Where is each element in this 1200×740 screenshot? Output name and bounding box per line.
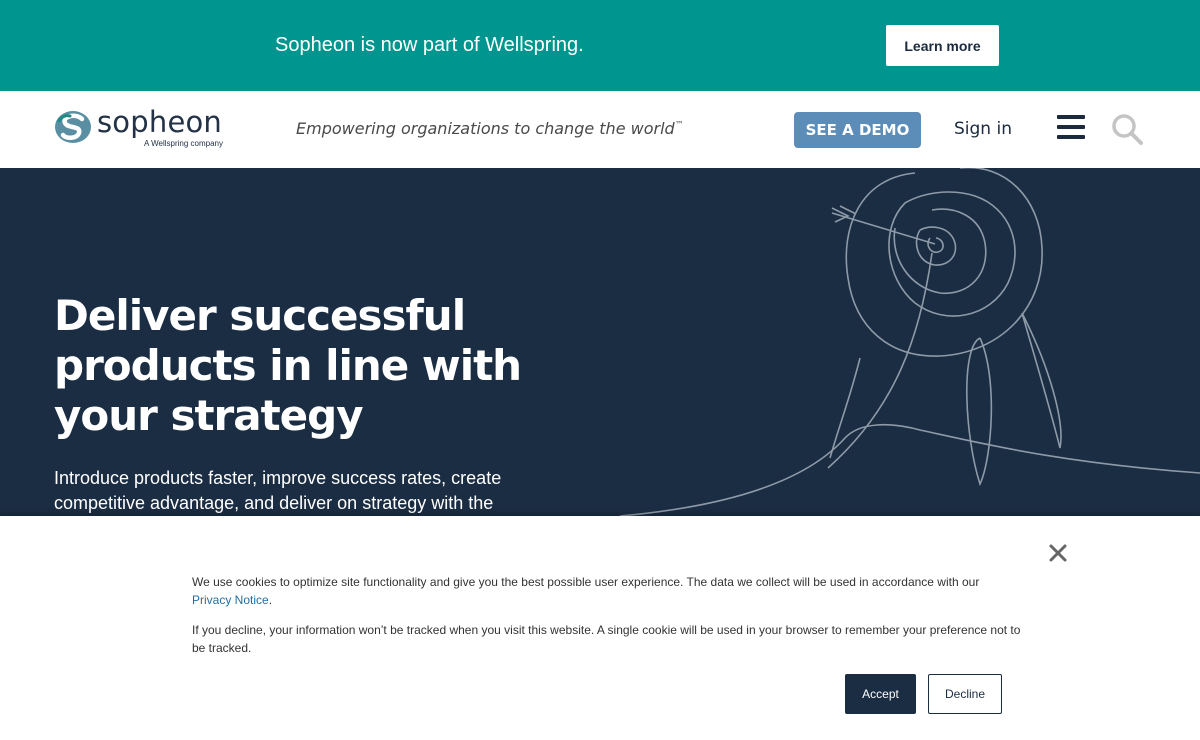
tagline-text: Empowering organizations to change the w… [296, 119, 675, 138]
tagline: Empowering organizations to change the w… [296, 119, 684, 138]
search-icon[interactable] [1110, 112, 1144, 146]
learn-more-button[interactable]: Learn more [886, 25, 999, 66]
target-arrow-illustration [619, 168, 1200, 517]
cookie-message-text: We use cookies to optimize site function… [192, 575, 980, 589]
site-header: sopheon A Wellspring company Empowering … [0, 91, 1200, 168]
announcement-bar: Sopheon is now part of Wellspring. Learn… [0, 0, 1200, 91]
see-a-demo-button[interactable]: SEE A DEMO [794, 112, 921, 148]
sign-in-link[interactable]: Sign in [954, 119, 1012, 139]
hamburger-icon[interactable] [1057, 114, 1085, 140]
announcement-text: Sopheon is now part of Wellspring. [275, 34, 584, 56]
cookie-message-period: . [268, 593, 273, 607]
logo-subtext: A Wellspring company [144, 139, 223, 148]
decline-button[interactable]: Decline [928, 674, 1002, 714]
close-icon[interactable] [1046, 541, 1070, 565]
cookie-consent-panel: We use cookies to optimize site function… [0, 516, 1200, 740]
cookie-decline-info: If you decline, your information won’t b… [192, 623, 1021, 655]
privacy-notice-link[interactable]: Privacy Notice [192, 593, 269, 607]
hero-section: Deliver successful products in line with… [0, 168, 1200, 518]
logo-wordmark: sopheon [97, 105, 223, 139]
hero-title: Deliver successful products in line with… [54, 291, 522, 440]
sopheon-logo-mark-icon [55, 111, 91, 143]
cookie-message: We use cookies to optimize site function… [192, 573, 1022, 609]
hero-subtitle: Introduce products faster, improve succe… [54, 468, 502, 513]
sopheon-logo[interactable]: sopheon A Wellspring company [54, 105, 244, 152]
trademark-mark: ™ [674, 120, 684, 131]
accept-button[interactable]: Accept [845, 674, 916, 714]
